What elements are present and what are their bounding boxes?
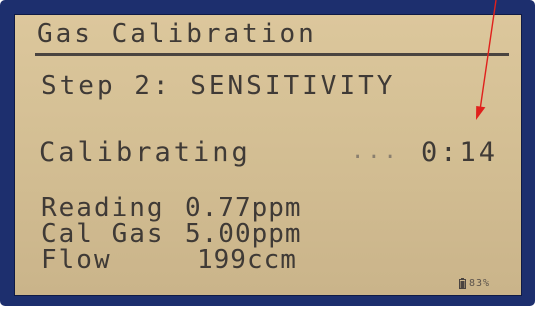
screenshot-stage: Gas Calibration Step 2: SENSITIVITY Cali… — [0, 0, 546, 328]
title-divider — [35, 53, 509, 56]
step-label: Step 2: SENSITIVITY — [41, 71, 396, 101]
status-label: Calibrating — [39, 137, 251, 168]
flow-value: 199ccm — [197, 245, 297, 275]
status-progress-dots: ... — [351, 139, 400, 164]
flow-label: Flow — [41, 245, 112, 275]
cal-gas-value: 5.00ppm — [185, 219, 302, 249]
battery-indicator: 83% — [459, 276, 490, 290]
screen-title: Gas Calibration — [37, 19, 317, 49]
reading-label: Reading — [41, 193, 165, 223]
calibration-timer: 0:14 — [421, 137, 499, 168]
battery-percent: 83% — [469, 277, 491, 289]
reading-value: 0.77ppm — [185, 193, 302, 223]
cal-gas-label: Cal Gas — [41, 219, 165, 249]
battery-icon — [459, 277, 466, 289]
device-bezel: Gas Calibration Step 2: SENSITIVITY Cali… — [0, 0, 535, 306]
lcd-display: Gas Calibration Step 2: SENSITIVITY Cali… — [14, 14, 522, 296]
